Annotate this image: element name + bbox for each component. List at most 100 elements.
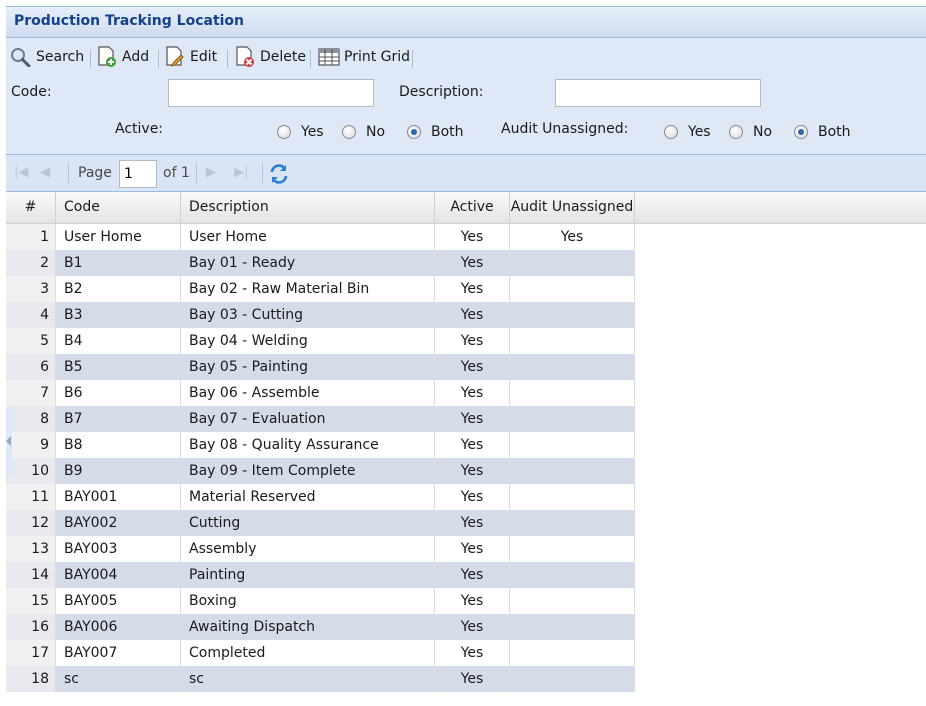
cell-description: Bay 06 - Assemble	[181, 380, 435, 406]
print-grid-button-label: Print Grid	[344, 49, 411, 65]
cell-code: User Home	[56, 224, 181, 250]
cell-audit-unassigned: Yes	[510, 224, 635, 250]
radio-no-dot	[729, 125, 743, 139]
radio-no-label: No	[366, 124, 386, 140]
table-row[interactable]: 1 User Home User Home Yes Yes	[6, 224, 635, 250]
radio-yes-dot	[664, 125, 678, 139]
table-row[interactable]: 5 B4 Bay 04 - Welding Yes	[6, 328, 635, 354]
print-grid-button[interactable]: Print Grid	[318, 46, 410, 68]
audit-unassigned-label: Audit Unassigned:	[501, 121, 629, 137]
edit-document-icon	[166, 46, 184, 67]
cell-audit-unassigned	[510, 510, 635, 536]
cell-description: Bay 03 - Cutting	[181, 302, 435, 328]
cell-description: Completed	[181, 640, 435, 666]
cell-description: User Home	[181, 224, 435, 250]
cell-active: Yes	[435, 250, 510, 276]
cell-audit-unassigned	[510, 432, 635, 458]
cell-active: Yes	[435, 510, 510, 536]
audit-radio-yes[interactable]: Yes	[664, 124, 711, 140]
cell-audit-unassigned	[510, 640, 635, 666]
pager-separator	[196, 163, 197, 183]
table-row[interactable]: 2 B1 Bay 01 - Ready Yes	[6, 250, 635, 276]
radio-both-label: Both	[818, 124, 851, 140]
column-header-active[interactable]: Active	[435, 192, 510, 224]
code-input[interactable]	[168, 79, 374, 107]
column-header-description[interactable]: Description	[181, 192, 435, 224]
delete-button[interactable]: Delete	[234, 46, 306, 68]
cell-description: Bay 09 - Item Complete	[181, 458, 435, 484]
cell-audit-unassigned	[510, 380, 635, 406]
cell-audit-unassigned	[510, 666, 635, 692]
cell-code: BAY006	[56, 614, 181, 640]
search-icon	[11, 48, 31, 67]
table-row[interactable]: 11 BAY001 Material Reserved Yes	[6, 484, 635, 510]
toolbar-separator	[412, 50, 413, 68]
table-row[interactable]: 15 BAY005 Boxing Yes	[6, 588, 635, 614]
add-button[interactable]: Add	[96, 46, 149, 68]
cell-active: Yes	[435, 328, 510, 354]
table-row[interactable]: 10 B9 Bay 09 - Item Complete Yes	[6, 458, 635, 484]
cell-audit-unassigned	[510, 458, 635, 484]
audit-radio-both[interactable]: Both	[794, 124, 851, 140]
next-page-icon[interactable]: ▶	[206, 165, 216, 180]
radio-no-label: No	[753, 124, 773, 140]
cell-audit-unassigned	[510, 328, 635, 354]
table-row[interactable]: 7 B6 Bay 06 - Assemble Yes	[6, 380, 635, 406]
table-row[interactable]: 17 BAY007 Completed Yes	[6, 640, 635, 666]
cell-active: Yes	[435, 562, 510, 588]
active-radio-yes[interactable]: Yes	[277, 124, 324, 140]
description-input[interactable]	[555, 79, 761, 107]
refresh-icon[interactable]	[268, 163, 290, 185]
cell-audit-unassigned	[510, 354, 635, 380]
column-header-number[interactable]: #	[6, 192, 56, 224]
page-number-input[interactable]	[119, 160, 157, 188]
paging-toolbar: |◀ ◀ Page of 1 ▶ ▶|	[6, 154, 926, 192]
last-page-icon[interactable]: ▶|	[234, 165, 248, 180]
production-tracking-panel: Production Tracking Location Search Add	[6, 6, 926, 706]
cell-row-number: 14	[6, 562, 56, 588]
radio-yes-label: Yes	[301, 124, 324, 140]
audit-radio-no[interactable]: No	[729, 124, 772, 140]
table-row[interactable]: 13 BAY003 Assembly Yes	[6, 536, 635, 562]
table-row[interactable]: 16 BAY006 Awaiting Dispatch Yes	[6, 614, 635, 640]
cell-row-number: 2	[6, 250, 56, 276]
cell-audit-unassigned	[510, 276, 635, 302]
cell-code: BAY001	[56, 484, 181, 510]
radio-both-dot-selected	[407, 125, 421, 139]
search-button[interactable]: Search	[10, 46, 84, 68]
first-page-icon[interactable]: |◀	[14, 165, 28, 180]
column-header-code[interactable]: Code	[56, 192, 181, 224]
column-header-audit-unassigned[interactable]: Audit Unassigned	[510, 192, 635, 224]
cell-row-number: 7	[6, 380, 56, 406]
table-row[interactable]: 4 B3 Bay 03 - Cutting Yes	[6, 302, 635, 328]
cell-row-number: 17	[6, 640, 56, 666]
table-row[interactable]: 8 B7 Bay 07 - Evaluation Yes	[6, 406, 635, 432]
cell-active: Yes	[435, 640, 510, 666]
cell-description: Material Reserved	[181, 484, 435, 510]
cell-row-number: 3	[6, 276, 56, 302]
table-row[interactable]: 18 sc sc Yes	[6, 666, 635, 692]
cell-audit-unassigned	[510, 536, 635, 562]
collapse-handle[interactable]	[6, 406, 12, 476]
add-button-label: Add	[122, 49, 150, 65]
cell-row-number: 9	[6, 432, 56, 458]
active-radio-both[interactable]: Both	[407, 124, 464, 140]
grid-header: # Code Description Active Audit Unassign…	[6, 192, 926, 224]
prev-page-icon[interactable]: ◀	[40, 165, 50, 180]
cell-active: Yes	[435, 224, 510, 250]
cell-row-number: 6	[6, 354, 56, 380]
table-row[interactable]: 3 B2 Bay 02 - Raw Material Bin Yes	[6, 276, 635, 302]
cell-audit-unassigned	[510, 614, 635, 640]
table-row[interactable]: 12 BAY002 Cutting Yes	[6, 510, 635, 536]
toolbar-separator	[90, 50, 91, 68]
table-row[interactable]: 14 BAY004 Painting Yes	[6, 562, 635, 588]
edit-button[interactable]: Edit	[164, 46, 217, 68]
cell-audit-unassigned	[510, 484, 635, 510]
active-radio-no[interactable]: No	[342, 124, 385, 140]
cell-code: BAY003	[56, 536, 181, 562]
table-row[interactable]: 6 B5 Bay 05 - Painting Yes	[6, 354, 635, 380]
cell-active: Yes	[435, 406, 510, 432]
cell-audit-unassigned	[510, 588, 635, 614]
table-row[interactable]: 9 B8 Bay 08 - Quality Assurance Yes	[6, 432, 635, 458]
cell-active: Yes	[435, 666, 510, 692]
